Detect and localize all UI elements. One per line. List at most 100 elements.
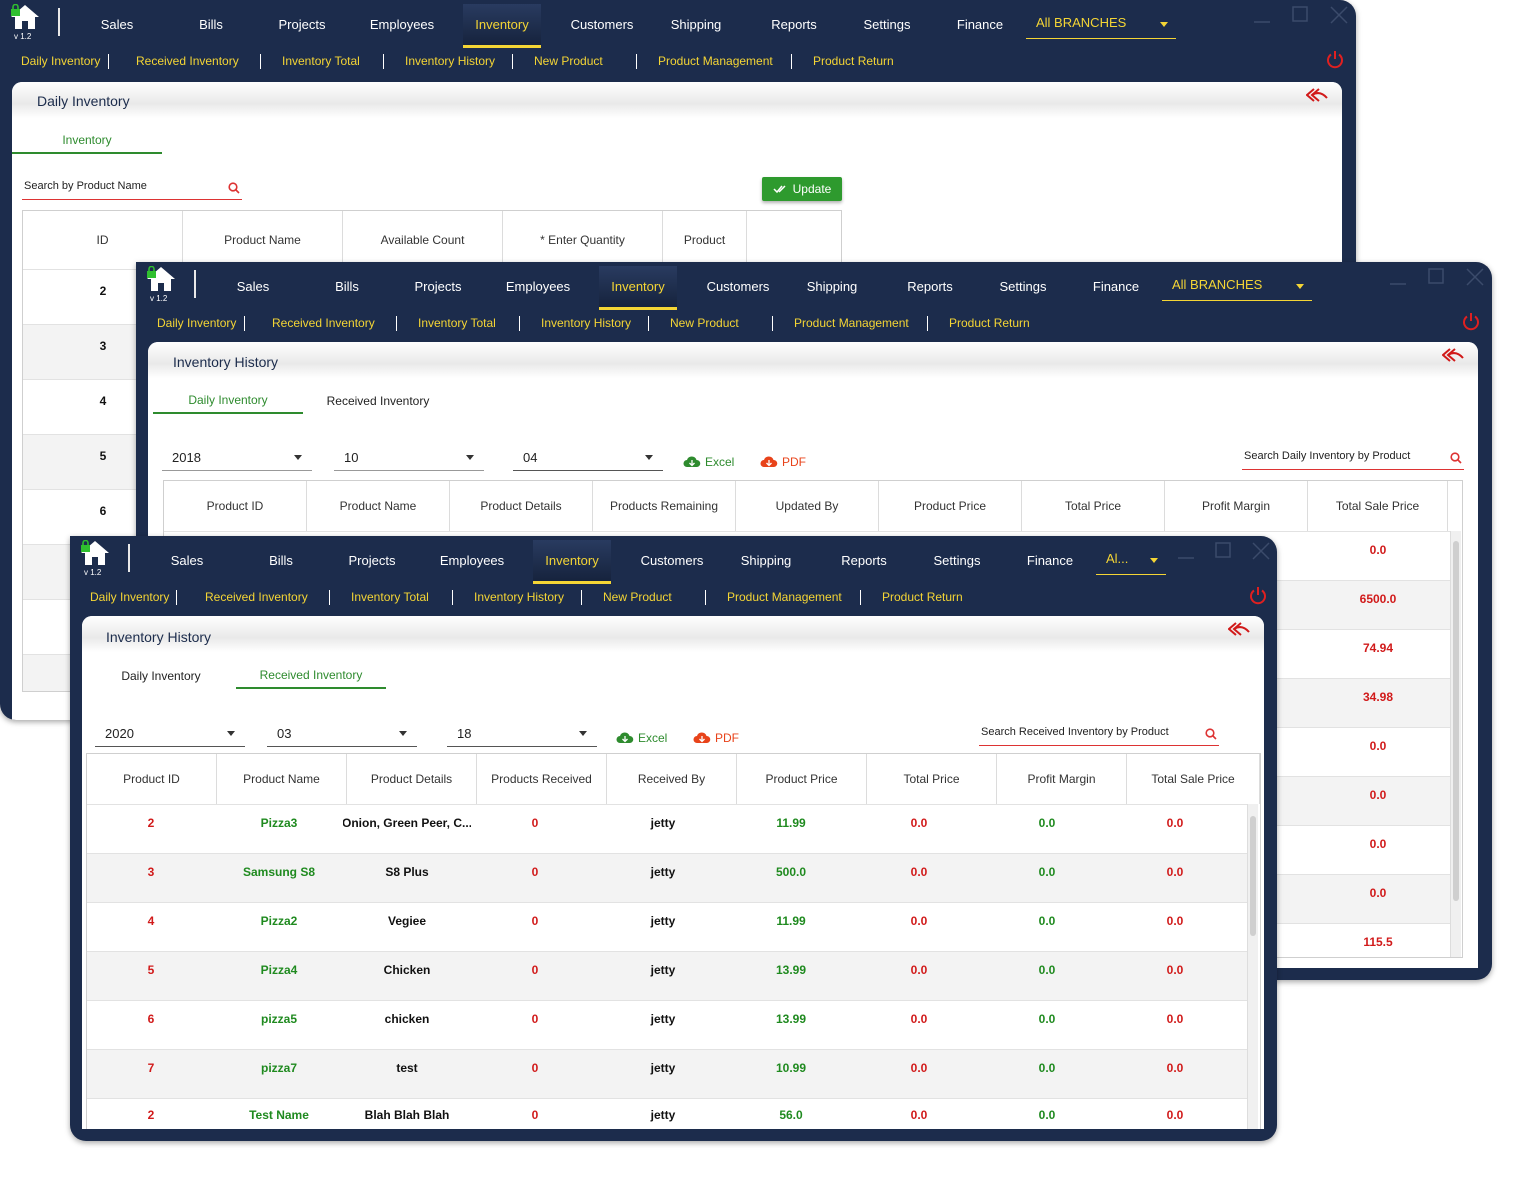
subnav-received-inventory[interactable]: Received Inventory (205, 590, 308, 604)
nav-employees[interactable]: Employees (360, 0, 444, 48)
excel-button[interactable]: Excel (616, 731, 667, 745)
back-arrow-icon[interactable] (1442, 348, 1464, 362)
nav-finance[interactable]: Finance (944, 0, 1016, 48)
nav-sales[interactable]: Sales (148, 536, 226, 584)
subnav-daily-inventory[interactable]: Daily Inventory (21, 54, 100, 68)
subnav-product-management[interactable]: Product Management (658, 54, 773, 68)
back-arrow-icon[interactable] (1306, 88, 1328, 102)
tab-daily-inventory[interactable]: Daily Inventory (153, 388, 303, 414)
minimize-icon[interactable] (1390, 276, 1406, 286)
subnav-new-product[interactable]: New Product (534, 54, 603, 68)
power-icon[interactable] (1325, 50, 1345, 70)
nav-settings[interactable]: Settings (918, 536, 996, 584)
nav-settings[interactable]: Settings (848, 0, 926, 48)
month-select[interactable]: 03 (267, 719, 417, 747)
nav-reports[interactable]: Reports (756, 0, 832, 48)
scrollbar[interactable] (1247, 804, 1258, 1129)
table-row[interactable]: 7 pizza7 test 0 jetty 10.99 0.0 0.0 0.0 (87, 1049, 1247, 1098)
search-input[interactable]: Search Daily Inventory by Product (1242, 446, 1464, 470)
nav-bills[interactable]: Bills (306, 262, 388, 310)
tab-inventory[interactable]: Inventory (12, 128, 162, 154)
month-select[interactable]: 10 (334, 443, 484, 471)
tab-received-inventory[interactable]: Received Inventory (236, 663, 386, 689)
subnav-product-management[interactable]: Product Management (727, 590, 842, 604)
subnav-received-inventory[interactable]: Received Inventory (136, 54, 239, 68)
close-icon[interactable] (1330, 6, 1348, 24)
subnav-product-return[interactable]: Product Return (882, 590, 963, 604)
tab-received-inventory[interactable]: Received Inventory (303, 388, 453, 414)
search-input[interactable]: Search Received Inventory by Product (979, 722, 1219, 746)
minimize-icon[interactable] (1254, 14, 1270, 24)
subnav-product-management[interactable]: Product Management (794, 316, 909, 330)
power-icon[interactable] (1461, 312, 1481, 332)
nav-sales[interactable]: Sales (78, 0, 156, 48)
power-icon[interactable] (1248, 586, 1268, 606)
subnav-inventory-history[interactable]: Inventory History (541, 316, 631, 330)
nav-employees[interactable]: Employees (430, 536, 514, 584)
nav-employees[interactable]: Employees (496, 262, 580, 310)
subnav-inventory-total[interactable]: Inventory Total (282, 54, 360, 68)
nav-finance[interactable]: Finance (1080, 262, 1152, 310)
close-icon[interactable] (1252, 542, 1270, 560)
close-icon[interactable] (1466, 268, 1484, 286)
maximize-icon[interactable] (1428, 268, 1444, 284)
scrollbar-thumb[interactable] (1453, 541, 1459, 901)
year-select[interactable]: 2020 (95, 719, 245, 747)
branch-select[interactable]: All BRANCHES (1026, 9, 1176, 39)
maximize-icon[interactable] (1215, 542, 1231, 558)
table-row[interactable]: 5 Pizza4 Chicken 0 jetty 13.99 0.0 0.0 0… (87, 951, 1247, 1000)
nav-customers[interactable]: Customers (630, 536, 714, 584)
nav-shipping[interactable]: Shipping (794, 262, 870, 310)
subnav-new-product[interactable]: New Product (603, 590, 672, 604)
subnav-inventory-total[interactable]: Inventory Total (418, 316, 496, 330)
tab-daily-inventory[interactable]: Daily Inventory (86, 663, 236, 689)
scrollbar-thumb[interactable] (1250, 816, 1256, 936)
day-select[interactable]: 18 (447, 719, 597, 747)
nav-reports[interactable]: Reports (826, 536, 902, 584)
maximize-icon[interactable] (1292, 6, 1308, 22)
update-button[interactable]: Update (762, 177, 842, 201)
subnav-inventory-history[interactable]: Inventory History (405, 54, 495, 68)
subnav-product-return[interactable]: Product Return (813, 54, 894, 68)
subnav-product-return[interactable]: Product Return (949, 316, 1030, 330)
pdf-button[interactable]: PDF (760, 455, 806, 469)
scrollbar[interactable] (1450, 531, 1461, 957)
pdf-button[interactable]: PDF (693, 731, 739, 745)
table-row[interactable]: 6 pizza5 chicken 0 jetty 13.99 0.0 0.0 0… (87, 1000, 1247, 1049)
nav-bills[interactable]: Bills (240, 536, 322, 584)
nav-inventory[interactable]: Inventory (463, 4, 541, 48)
home-button[interactable]: v 1.2 (144, 266, 184, 304)
day-select[interactable]: 04 (513, 443, 663, 471)
nav-shipping[interactable]: Shipping (658, 0, 734, 48)
minimize-icon[interactable] (1178, 550, 1194, 560)
nav-projects[interactable]: Projects (332, 536, 412, 584)
nav-shipping[interactable]: Shipping (728, 536, 804, 584)
search-input[interactable]: Search by Product Name (22, 176, 242, 200)
branch-select[interactable]: Al... (1096, 545, 1166, 575)
nav-settings[interactable]: Settings (984, 262, 1062, 310)
subnav-new-product[interactable]: New Product (670, 316, 739, 330)
table-row[interactable]: 2 Test Name Blah Blah Blah 0 jetty 56.0 … (87, 1098, 1247, 1129)
subnav-daily-inventory[interactable]: Daily Inventory (157, 316, 236, 330)
nav-customers[interactable]: Customers (696, 262, 780, 310)
back-arrow-icon[interactable] (1228, 622, 1250, 636)
subnav-received-inventory[interactable]: Received Inventory (272, 316, 375, 330)
nav-bills[interactable]: Bills (170, 0, 252, 48)
home-button[interactable]: v 1.2 (78, 540, 118, 578)
nav-sales[interactable]: Sales (214, 262, 292, 310)
home-button[interactable]: v 1.2 (8, 4, 48, 42)
nav-inventory[interactable]: Inventory (599, 266, 677, 310)
nav-reports[interactable]: Reports (892, 262, 968, 310)
nav-inventory[interactable]: Inventory (533, 540, 611, 584)
table-row[interactable]: 2 Pizza3 Onion, Green Peer, C... 0 jetty… (87, 804, 1247, 853)
nav-projects[interactable]: Projects (398, 262, 478, 310)
excel-button[interactable]: Excel (683, 455, 734, 469)
nav-projects[interactable]: Projects (262, 0, 342, 48)
year-select[interactable]: 2018 (162, 443, 312, 471)
subnav-inventory-total[interactable]: Inventory Total (351, 590, 429, 604)
subnav-daily-inventory[interactable]: Daily Inventory (90, 590, 169, 604)
branch-select[interactable]: All BRANCHES (1162, 271, 1312, 301)
nav-finance[interactable]: Finance (1014, 536, 1086, 584)
nav-customers[interactable]: Customers (560, 0, 644, 48)
table-row[interactable]: 4 Pizza2 Vegiee 0 jetty 11.99 0.0 0.0 0.… (87, 902, 1247, 951)
